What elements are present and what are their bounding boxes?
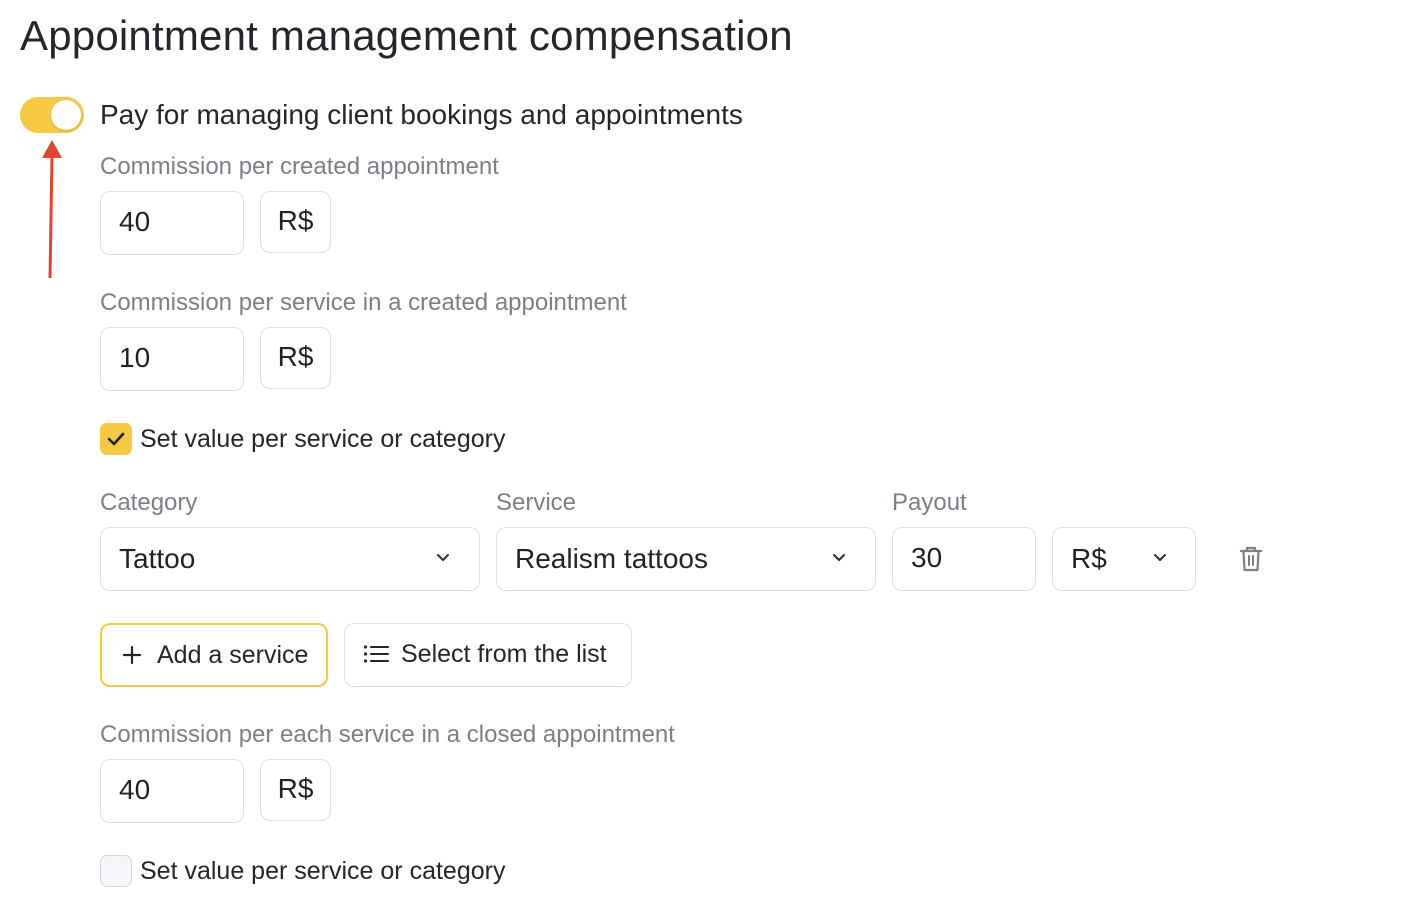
per-service-checkbox-closed[interactable] xyxy=(100,855,132,887)
toggle-knob xyxy=(51,100,81,130)
closed-appointment-input[interactable]: 40 xyxy=(100,759,244,823)
closed-appointment-label: Commission per each service in a closed … xyxy=(100,721,675,748)
chevron-down-icon xyxy=(833,554,845,561)
category-header: Category xyxy=(100,489,198,516)
select-from-list-button-label: Select from the list xyxy=(401,640,607,668)
closed-appointment-currency[interactable]: R$ xyxy=(260,759,331,821)
per-service-checkbox-created[interactable] xyxy=(100,423,132,455)
select-from-list-button[interactable]: Select from the list xyxy=(344,623,632,687)
service-select-value: Realism tattoos xyxy=(515,543,708,574)
page-title: Appointment management compensation xyxy=(20,12,793,59)
category-select-value: Tattoo xyxy=(119,543,196,574)
service-in-created-currency[interactable]: R$ xyxy=(260,327,331,389)
per-service-checkbox-closed-label: Set value per service or category xyxy=(140,857,506,885)
payout-header: Payout xyxy=(892,489,967,516)
service-in-created-label: Commission per service in a created appo… xyxy=(100,289,627,316)
add-service-button-label: Add a service xyxy=(157,641,309,669)
list-icon xyxy=(363,645,389,663)
compensation-toggle[interactable] xyxy=(20,97,84,133)
trash-icon[interactable] xyxy=(1239,545,1263,573)
arrow-up-icon xyxy=(42,140,62,279)
payout-currency-value: R$ xyxy=(1071,543,1107,574)
created-appointment-input[interactable]: 40 xyxy=(100,191,244,255)
check-icon xyxy=(107,432,125,446)
payout-input[interactable]: 30 xyxy=(892,527,1036,591)
category-select[interactable]: Tattoo xyxy=(100,527,480,591)
chevron-down-icon xyxy=(1154,554,1166,561)
chevron-down-icon xyxy=(437,554,449,561)
created-appointment-currency[interactable]: R$ xyxy=(260,191,331,253)
service-select[interactable]: Realism tattoos xyxy=(496,527,876,591)
service-in-created-input[interactable]: 10 xyxy=(100,327,244,391)
add-service-button[interactable]: Add a service xyxy=(100,623,328,687)
toggle-label: Pay for managing client bookings and app… xyxy=(100,99,743,130)
payout-currency-select[interactable]: R$ xyxy=(1052,527,1196,591)
service-header: Service xyxy=(496,489,577,516)
created-appointment-label: Commission per created appointment xyxy=(100,153,499,180)
per-service-checkbox-created-label: Set value per service or category xyxy=(140,425,506,453)
plus-icon xyxy=(122,645,142,665)
